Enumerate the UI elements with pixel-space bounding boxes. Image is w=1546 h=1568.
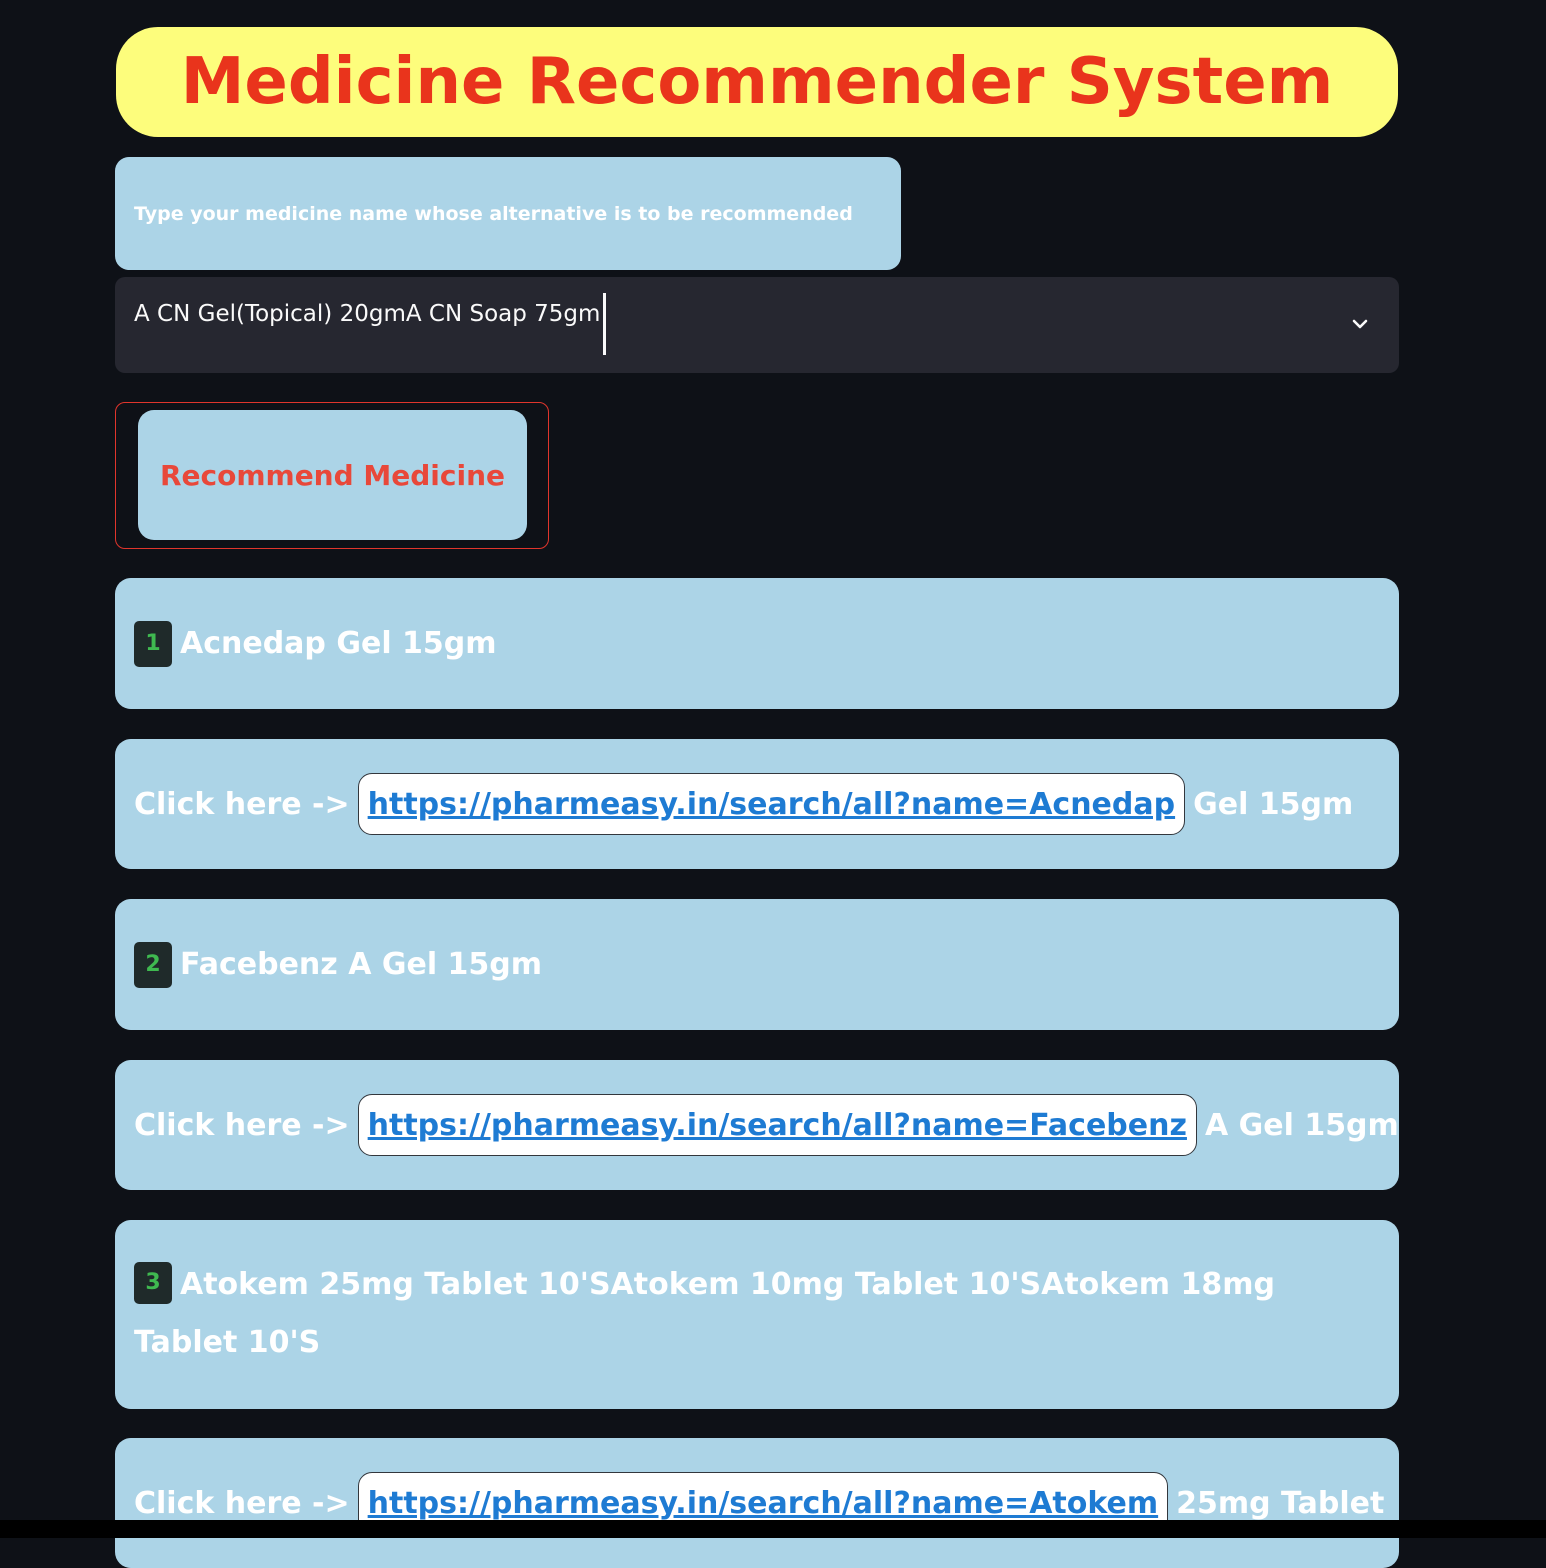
link-suffix-text: 25mg Tablet	[1176, 1485, 1385, 1521]
link-pill: https://pharmeasy.in/search/all?name=Acn…	[357, 773, 1186, 835]
result-name-card: 1 Acnedap Gel 15gm	[115, 578, 1399, 709]
recommend-button-frame: Recommend Medicine	[115, 402, 549, 549]
result-number-badge: 1	[134, 620, 172, 667]
click-here-label: Click here ->	[134, 786, 350, 822]
recommend-medicine-button[interactable]: Recommend Medicine	[138, 410, 527, 540]
bottom-edge-bar	[0, 1520, 1546, 1538]
click-here-label: Click here ->	[134, 1485, 350, 1521]
result-name-card: 3 Atokem 25mg Tablet 10'SAtokem 10mg Tabl…	[115, 1220, 1399, 1409]
medicine-select[interactable]: A CN Gel(Topical) 20gmA CN Soap 75gm	[115, 277, 1399, 373]
result-link-card: Click here -> https://pharmeasy.in/searc…	[115, 1438, 1399, 1568]
result-medicine-name: Acnedap Gel 15gm	[180, 626, 497, 661]
click-here-label: Click here ->	[134, 1107, 350, 1143]
result-number-badge: 2	[134, 941, 172, 988]
result-medicine-name: Atokem 25mg Tablet 10'SAtokem 10mg Table…	[134, 1267, 1275, 1360]
pharmeasy-link[interactable]: https://pharmeasy.in/search/all?name=Fac…	[368, 1108, 1187, 1143]
link-suffix-text: A Gel 15gm	[1204, 1107, 1399, 1143]
result-name-card: 2 Facebenz A Gel 15gm	[115, 899, 1399, 1030]
title-banner: Medicine Recommender System	[116, 27, 1398, 137]
text-cursor	[603, 293, 607, 355]
pharmeasy-link[interactable]: https://pharmeasy.in/search/all?name=Acn…	[368, 787, 1175, 822]
result-number-badge: 3	[134, 1261, 172, 1304]
pharmeasy-link[interactable]: https://pharmeasy.in/search/all?name=Ato…	[368, 1486, 1158, 1521]
result-link-card: Click here -> https://pharmeasy.in/searc…	[115, 739, 1399, 869]
link-pill: https://pharmeasy.in/search/all?name=Fac…	[357, 1094, 1197, 1156]
page-title: Medicine Recommender System	[180, 45, 1334, 119]
medicine-input-label: Type your medicine name whose alternativ…	[115, 157, 901, 270]
link-suffix-text: Gel 15gm	[1193, 786, 1354, 822]
result-medicine-name: Facebenz A Gel 15gm	[180, 947, 543, 982]
result-link-card: Click here -> https://pharmeasy.in/searc…	[115, 1060, 1399, 1190]
chevron-down-icon[interactable]	[1349, 313, 1371, 335]
medicine-select-value[interactable]: A CN Gel(Topical) 20gmA CN Soap 75gm	[134, 297, 600, 331]
